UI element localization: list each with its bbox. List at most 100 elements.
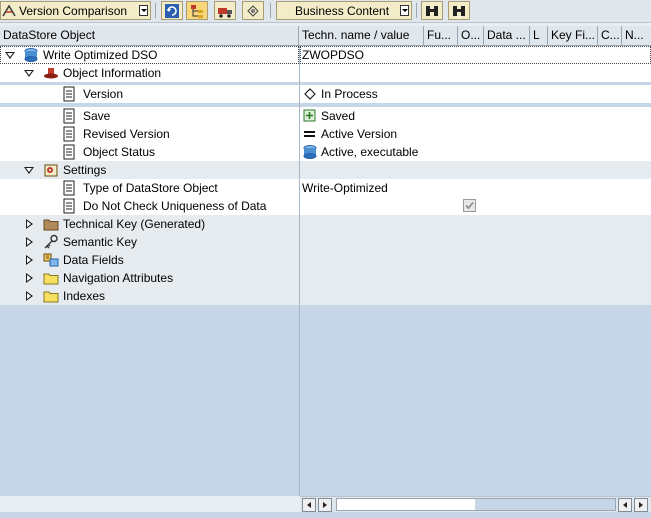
refresh-icon xyxy=(165,3,179,18)
tree-row-type-of-dso[interactable]: Type of DataStore Object Write-Optimized xyxy=(0,179,651,197)
column-header-n[interactable]: N... xyxy=(622,26,651,45)
tree-view: Write Optimized DSO ZWOPDSO Object Infor… xyxy=(0,46,651,496)
tree-row-save[interactable]: Save Saved xyxy=(0,107,651,125)
technical-key-label: Technical Key (Generated) xyxy=(63,217,206,231)
version-comparison-button[interactable]: Version Comparison xyxy=(0,1,151,20)
document-icon xyxy=(63,126,75,142)
refresh-button[interactable] xyxy=(161,1,183,20)
tree-row-data-fields[interactable]: Data Fields xyxy=(0,251,651,269)
expand-toggle[interactable] xyxy=(5,52,15,59)
expand-toggle[interactable] xyxy=(26,273,33,283)
do-not-check-uniqueness-label: Do Not Check Uniqueness of Data xyxy=(83,199,267,213)
document-icon xyxy=(63,198,75,214)
version-value: In Process xyxy=(321,87,378,101)
hat-icon xyxy=(44,68,58,79)
revised-version-value: Active Version xyxy=(321,127,398,141)
indexes-label: Indexes xyxy=(63,289,106,303)
column-header-fu[interactable]: Fu... xyxy=(424,26,458,45)
find-next-button[interactable] xyxy=(448,1,470,20)
scroll-track[interactable] xyxy=(336,498,616,511)
tree-row-technical-key[interactable]: Technical Key (Generated) xyxy=(0,215,651,233)
save-label: Save xyxy=(83,109,111,123)
column-header-techn-name[interactable]: Techn. name / value xyxy=(299,26,424,45)
object-information-label: Object Information xyxy=(63,66,162,80)
settings-icon xyxy=(44,164,58,177)
settings-label: Settings xyxy=(63,163,107,177)
toolbar-separator xyxy=(155,3,156,18)
key-icon xyxy=(44,234,58,249)
object-status-value: Active, executable xyxy=(321,145,419,159)
tree-row-revised-version[interactable]: Revised Version Active Version xyxy=(0,125,651,143)
diamond-icon xyxy=(304,88,316,100)
tree-row-indexes[interactable]: Indexes xyxy=(0,287,651,305)
find-button[interactable] xyxy=(421,1,443,20)
object-status-label: Object Status xyxy=(83,145,156,159)
arrow-left-icon xyxy=(307,502,311,508)
column-header-data[interactable]: Data ... xyxy=(484,26,530,45)
business-content-label: Business Content xyxy=(295,3,390,18)
tree-row-root[interactable]: Write Optimized DSO ZWOPDSO xyxy=(0,46,651,64)
tree-row-semantic-key[interactable]: Semantic Key xyxy=(0,233,651,251)
network-icon xyxy=(247,4,259,17)
tree-root-label: Write Optimized DSO xyxy=(43,48,158,62)
plus-icon xyxy=(303,109,316,122)
uniqueness-checkbox[interactable] xyxy=(462,198,478,214)
transport-button[interactable] xyxy=(214,1,236,20)
tree-row-settings[interactable]: Settings xyxy=(0,161,651,179)
document-icon xyxy=(63,180,75,196)
expand-toggle[interactable] xyxy=(26,255,33,265)
expand-toggle[interactable] xyxy=(26,291,33,301)
hierarchy-icon xyxy=(191,4,203,18)
equals-icon xyxy=(304,131,315,137)
column-header-l[interactable]: L xyxy=(530,26,548,45)
semantic-key-label: Semantic Key xyxy=(63,235,138,249)
network-button[interactable] xyxy=(242,1,264,20)
version-label: Version xyxy=(83,87,124,101)
horizontal-scrollbar[interactable] xyxy=(300,496,651,513)
document-icon xyxy=(63,144,75,160)
toolbar: Version Comparison Business Content xyxy=(0,0,651,23)
tree-row-navigation-attributes[interactable]: Navigation Attributes xyxy=(0,269,651,287)
tree-row-object-status[interactable]: Object Status Active, executable xyxy=(0,143,651,161)
hierarchy-button[interactable] xyxy=(186,1,208,20)
column-header-o[interactable]: O... xyxy=(458,26,484,45)
binoculars-icon xyxy=(426,5,438,16)
scroll-left-button[interactable] xyxy=(302,498,316,512)
tree-root-value: ZWOPDSO xyxy=(302,48,364,62)
expand-toggle[interactable] xyxy=(26,219,33,229)
chevron-down-icon[interactable] xyxy=(400,5,409,16)
save-value: Saved xyxy=(321,109,356,123)
column-header-datastore-object[interactable]: DataStore Object xyxy=(0,26,299,45)
scroll-thumb[interactable] xyxy=(337,499,475,510)
folder-icon xyxy=(43,219,59,231)
folder-icon xyxy=(43,273,59,285)
business-content-button[interactable]: Business Content xyxy=(276,1,412,20)
expand-toggle[interactable] xyxy=(24,167,34,174)
toolbar-separator xyxy=(416,3,417,18)
arrow-right-icon xyxy=(323,502,327,508)
scroll-right-button[interactable] xyxy=(318,498,332,512)
scroll-right-button-2[interactable] xyxy=(634,498,648,512)
data-fields-label: Data Fields xyxy=(63,253,124,267)
version-comparison-label: Version Comparison xyxy=(19,3,128,18)
toolbar-separator xyxy=(270,3,271,18)
dso-cylinder-icon xyxy=(24,48,38,62)
column-header-c[interactable]: C... xyxy=(598,26,622,45)
tree-row-version[interactable]: Version In Process xyxy=(0,85,651,103)
compare-icon xyxy=(1,3,17,19)
column-header-key-fields[interactable]: Key Fi... xyxy=(548,26,598,45)
revised-version-label: Revised Version xyxy=(83,127,170,141)
binoculars-next-icon xyxy=(453,5,465,17)
scroll-left-button-2[interactable] xyxy=(618,498,632,512)
expand-toggle[interactable] xyxy=(24,70,34,77)
tree-row-object-information[interactable]: Object Information xyxy=(0,64,651,82)
navigation-attributes-label: Navigation Attributes xyxy=(63,271,174,285)
arrow-right-icon xyxy=(639,502,643,508)
chevron-down-icon[interactable] xyxy=(139,5,148,16)
document-icon xyxy=(63,86,75,102)
bottom-bar xyxy=(0,512,651,518)
folder-icon xyxy=(43,291,59,303)
tree-row-do-not-check-uniqueness[interactable]: Do Not Check Uniqueness of Data xyxy=(0,197,651,215)
expand-toggle[interactable] xyxy=(26,237,33,247)
dso-cylinder-icon xyxy=(303,145,317,159)
